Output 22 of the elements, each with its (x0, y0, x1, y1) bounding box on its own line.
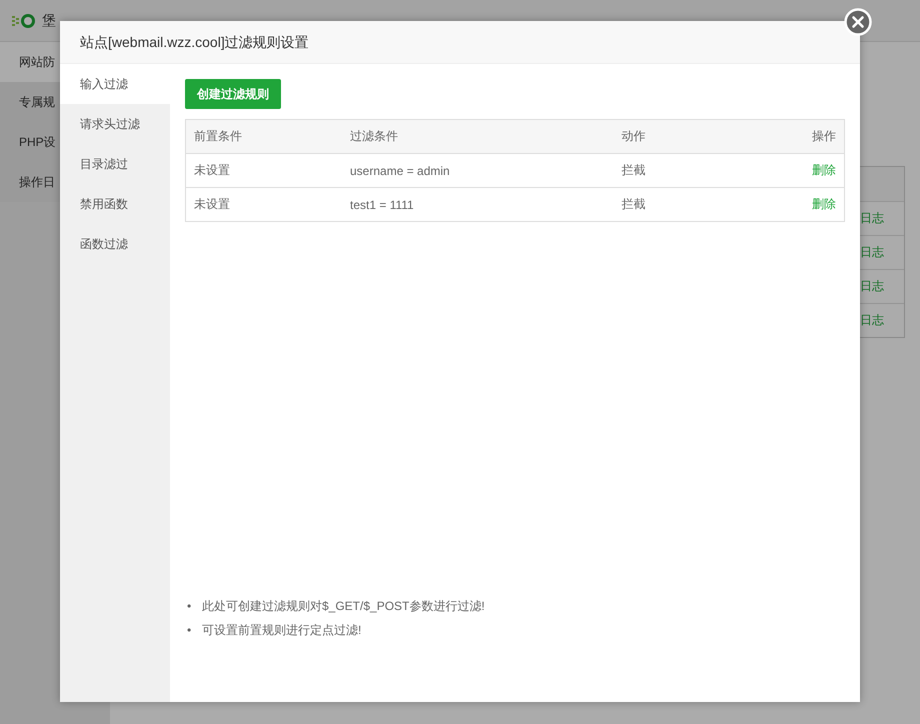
column-header: 前置条件 (186, 120, 342, 154)
table-cell: username = admin (342, 154, 614, 188)
table-cell: 未设置 (186, 154, 342, 188)
bullet-mark: • (187, 598, 192, 615)
note-text: 此处可创建过滤规则对$_GET/$_POST参数进行过滤! (202, 598, 485, 615)
create-rule-button[interactable]: 创建过滤规则 (185, 79, 281, 109)
note-text: 可设置前置规则进行定点过滤! (202, 622, 362, 639)
table-cell: 拦截 (613, 154, 750, 188)
table-cell: 拦截 (613, 188, 750, 222)
app-title: 堡 (42, 12, 56, 30)
delete-link[interactable]: 删除 (812, 163, 836, 177)
column-header: 过滤条件 (342, 120, 614, 154)
column-header: 操作 (749, 120, 844, 154)
bullet-mark: • (187, 622, 192, 639)
table-cell: test1 = 1111 (342, 188, 614, 222)
column-header: 动作 (613, 120, 750, 154)
dialog-title: 站点[webmail.wzz.cool]过滤规则设置 (60, 21, 860, 64)
tab[interactable]: 函数过滤 (60, 224, 170, 264)
close-icon[interactable] (844, 8, 872, 36)
delete-link[interactable]: 删除 (812, 197, 836, 211)
table-cell: 未设置 (186, 188, 342, 222)
tab[interactable]: 输入过滤 (60, 64, 170, 104)
